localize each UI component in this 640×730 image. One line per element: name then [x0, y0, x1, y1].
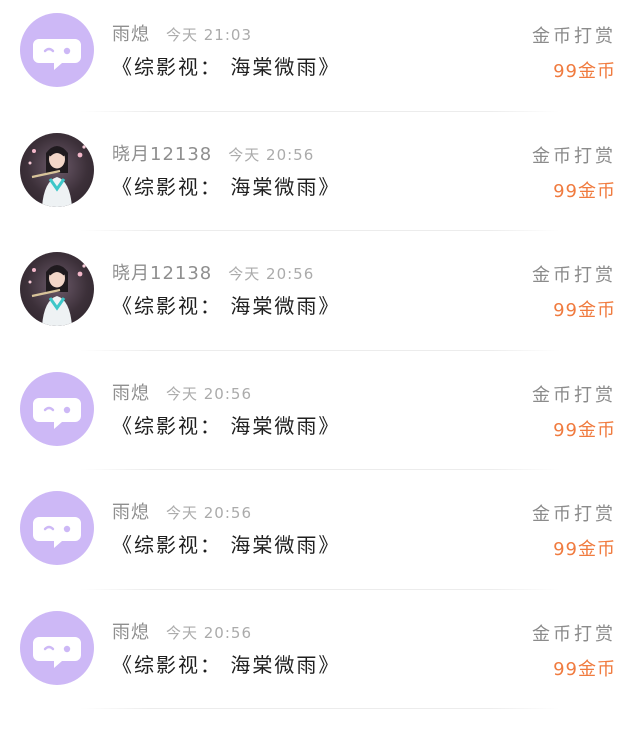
row-divider [80, 469, 560, 470]
record-meta: 晓月12138 今天 20:56 [112, 259, 314, 285]
reward-record-row[interactable]: 雨熄 今天 20:56 《综影视： 海棠微雨》 金币打赏 99金币 [0, 359, 640, 479]
row-divider [80, 588, 560, 590]
book-title[interactable]: 《综影视： 海棠微雨》 [112, 171, 340, 200]
record-meta: 雨熄 今天 20:56 [112, 618, 252, 644]
row-divider [80, 230, 560, 231]
username[interactable]: 雨熄 [112, 379, 150, 405]
username[interactable]: 雨熄 [112, 498, 150, 524]
record-meta: 雨熄 今天 21:03 [112, 20, 252, 46]
timestamp: 今天 20:56 [228, 145, 315, 164]
chat-bubble-avatar-icon[interactable] [20, 491, 94, 565]
username[interactable]: 雨熄 [112, 618, 150, 644]
chat-bubble-avatar-icon[interactable] [20, 13, 94, 87]
reward-record-row[interactable]: 雨熄 今天 20:56 《综影视： 海棠微雨》 金币打赏 99金币 [0, 598, 640, 718]
row-divider [80, 110, 560, 112]
reward-label: 金币打赏 [532, 265, 616, 286]
reward-record-row[interactable]: 雨熄 今天 20:56 《综影视： 海棠微雨》 金币打赏 99金币 [0, 478, 640, 598]
reward-label: 金币打赏 [532, 623, 616, 645]
book-title[interactable]: 《综影视： 海棠微雨》 [112, 290, 340, 319]
record-meta: 晓月12138 今天 20:56 [112, 140, 314, 166]
book-title[interactable]: 《综影视： 海棠微雨》 [112, 410, 340, 439]
username[interactable]: 晓月12138 [112, 259, 212, 285]
username[interactable]: 雨熄 [112, 20, 150, 46]
user-photo-avatar[interactable] [20, 132, 94, 207]
reward-amount: 99金币 [553, 539, 616, 560]
reward-amount: 99金币 [553, 300, 616, 321]
timestamp: 今天 20:56 [166, 384, 252, 403]
book-title[interactable]: 《综影视： 海棠微雨》 [112, 51, 340, 80]
timestamp: 今天 20:56 [228, 265, 315, 283]
reward-record-row[interactable]: 晓月12138 今天 20:56 《综影视： 海棠微雨》 金币打赏 99金币 [0, 239, 640, 359]
book-title[interactable]: 《综影视： 海棠微雨》 [112, 529, 340, 558]
username[interactable]: 晓月12138 [112, 140, 212, 166]
timestamp: 今天 20:56 [166, 504, 252, 522]
reward-amount: 99金币 [553, 419, 616, 441]
user-photo-avatar[interactable] [20, 252, 94, 326]
reward-label: 金币打赏 [532, 504, 616, 525]
chat-bubble-avatar-icon[interactable] [20, 610, 94, 685]
book-title[interactable]: 《综影视： 海棠微雨》 [112, 649, 340, 678]
record-meta: 雨熄 今天 20:56 [112, 498, 252, 524]
timestamp: 今天 21:03 [166, 26, 252, 44]
row-divider [80, 708, 560, 709]
reward-record-row[interactable]: 雨熄 今天 21:03 《综影视： 海棠微雨》 金币打赏 99金币 [0, 0, 640, 120]
reward-amount: 99金币 [553, 180, 616, 202]
reward-label: 金币打赏 [532, 145, 616, 167]
record-meta: 雨熄 今天 20:56 [112, 379, 252, 405]
reward-amount: 99金币 [553, 61, 616, 82]
reward-label: 金币打赏 [532, 26, 616, 47]
reward-record-list: 雨熄 今天 21:03 《综影视： 海棠微雨》 金币打赏 99金币 晓月1213… [0, 0, 640, 717]
timestamp: 今天 20:56 [166, 623, 252, 642]
reward-label: 金币打赏 [532, 384, 616, 406]
reward-record-row[interactable]: 晓月12138 今天 20:56 《综影视： 海棠微雨》 金币打赏 99金币 [0, 120, 640, 240]
reward-amount: 99金币 [553, 658, 616, 680]
row-divider [80, 349, 560, 351]
chat-bubble-avatar-icon[interactable] [20, 371, 94, 446]
